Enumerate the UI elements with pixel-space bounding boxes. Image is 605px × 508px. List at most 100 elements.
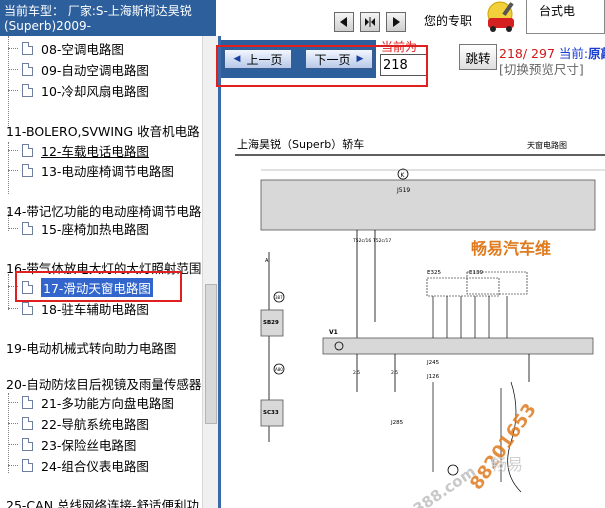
desktop-label: 台式电 <box>539 4 576 18</box>
ground-label: K <box>401 172 406 179</box>
document-icon <box>22 416 33 430</box>
document-icon <box>22 143 33 157</box>
toggle-preview-size-link[interactable]: [切换预览尺寸] <box>499 59 584 78</box>
tree-line <box>8 444 18 445</box>
tree-folder-14[interactable]: 14-带记忆功能的电动座椅调节电路 <box>6 201 201 219</box>
document-icon <box>22 62 33 76</box>
tree-line <box>8 48 18 49</box>
tree-item-label: 23-保险丝电路图 <box>41 437 137 453</box>
tree-item-09[interactable]: 09-自动空调电路图 <box>22 60 149 78</box>
tree-line <box>8 393 9 473</box>
tree-line <box>8 423 18 424</box>
header-nav-icons <box>334 12 406 34</box>
desktop-label-box: 台式电 <box>526 0 605 34</box>
j285-label: J285 <box>390 420 404 426</box>
document-icon <box>22 83 33 97</box>
document-icon <box>22 301 33 315</box>
e139-label: E139 <box>469 270 483 276</box>
split-view-icon[interactable] <box>360 12 380 32</box>
wiring-diagram-svg: 上海昊锐（Superb）轿车 天窗电路图 K J519 T52c/16 T52c… <box>235 137 605 508</box>
j245-label: J245 <box>426 360 440 366</box>
watermark-chinese: 畅易 <box>491 455 523 474</box>
tree-item-label: 08-空调电路图 <box>41 41 124 57</box>
last-page-icon[interactable] <box>386 12 406 32</box>
model-line-1: 当前车型： 厂家:S-上海斯柯达昊锐 <box>4 4 192 18</box>
sc33-label: SC33 <box>263 410 279 416</box>
tree-line <box>8 402 18 403</box>
j519-module <box>260 179 596 231</box>
document-icon <box>22 458 33 472</box>
document-icon <box>22 395 33 409</box>
svg-text:2.5: 2.5 <box>353 370 360 376</box>
jump-button[interactable]: 跳转 <box>459 44 497 70</box>
tree-line <box>8 90 18 91</box>
tree-folder-label: 14-带记忆功能的电动座椅调节电路 <box>6 203 202 219</box>
document-icon <box>22 437 33 451</box>
tree-item-label: 21-多功能方向盘电路图 <box>41 395 174 411</box>
e325-label: E325 <box>427 270 441 276</box>
v1-label: V1 <box>329 329 338 336</box>
svg-text:387: 387 <box>275 295 283 300</box>
tree-line <box>8 274 9 310</box>
car-repair-logo-icon <box>487 1 514 32</box>
tree-folder-label: 19-电动机械式转向助力电路图 <box>6 340 177 356</box>
tree-folder-20[interactable]: 20-自动防炫目后视镜及雨量传感器 <box>6 374 201 392</box>
diagram-title: 上海昊锐（Superb）轿车 <box>237 137 364 151</box>
tree-folder-25[interactable]: 25-CAN 总线网络连接-舒适便利功 <box>6 495 199 508</box>
sb29-label: SB29 <box>263 320 279 326</box>
tree-item-08[interactable]: 08-空调电路图 <box>22 39 124 57</box>
tree-item-label: 12-车载电话电路图 <box>41 143 149 159</box>
current-name: 原敲 <box>588 46 605 61</box>
tree-item-label: 10-冷却风扇电路图 <box>41 83 149 99</box>
tree-item-24[interactable]: 24-组合仪表电路图 <box>22 456 149 474</box>
first-page-icon[interactable] <box>334 12 354 32</box>
tree-item-label: 13-电动座椅调节电路图 <box>41 163 174 179</box>
tree-folder-label: 11-BOLERO,SVWING 收音机电路 <box>6 123 200 139</box>
svg-text:A80: A80 <box>275 367 283 372</box>
tree-line <box>8 228 18 229</box>
wiring-diagram: 上海昊锐（Superb）轿车 天窗电路图 K J519 T52c/16 T52c… <box>221 92 605 508</box>
page-nav-highlight <box>216 45 428 87</box>
tree-line <box>8 465 18 466</box>
scrollbar-thumb[interactable] <box>205 284 217 424</box>
welcome-text: 您的专职 <box>424 14 473 28</box>
svg-text:2.5: 2.5 <box>391 370 398 376</box>
tree-item-label: 15-座椅加热电路图 <box>41 221 149 237</box>
tree-folder-19[interactable]: 19-电动机械式转向助力电路图 <box>6 338 176 356</box>
watermark-text: 畅易汽车维 <box>471 239 551 258</box>
tree-line <box>8 36 9 128</box>
tree-line <box>8 308 18 309</box>
selected-item-highlight <box>15 271 182 302</box>
diagram-subtitle: 天窗电路图 <box>527 140 567 150</box>
tree-folder-11[interactable]: 11-BOLERO,SVWING 收音机电路 <box>6 121 200 139</box>
tree-item-12[interactable]: 12-车载电话电路图 <box>22 141 149 159</box>
svg-text:T52c/17: T52c/17 <box>372 238 391 244</box>
tree-item-13[interactable]: 13-电动座椅调节电路图 <box>22 161 174 179</box>
tree-item-21[interactable]: 21-多功能方向盘电路图 <box>22 393 174 411</box>
current-model-box: 当前车型： 厂家:S-上海斯柯达昊锐 (Superb)2009- <box>0 0 216 36</box>
tree-item-label: 24-组合仪表电路图 <box>41 458 149 474</box>
j519-label: J519 <box>396 187 410 194</box>
svg-text:T52c/16: T52c/16 <box>352 238 371 244</box>
document-icon <box>22 221 33 235</box>
tree-item-22[interactable]: 22-导航系统电路图 <box>22 414 149 432</box>
document-icon <box>22 41 33 55</box>
tree-item-label: 09-自动空调电路图 <box>41 62 149 78</box>
svg-text:A: A <box>265 258 269 264</box>
j245-module <box>322 337 594 355</box>
tree-item-23[interactable]: 23-保险丝电路图 <box>22 435 136 453</box>
document-icon <box>22 163 33 177</box>
j126-label: J126 <box>426 374 440 380</box>
tree-line <box>8 150 18 151</box>
tree-item-label: 22-导航系统电路图 <box>41 416 149 432</box>
tree-line <box>8 170 18 171</box>
switch-e325 <box>426 277 500 297</box>
tree-folder-label: 20-自动防炫目后视镜及雨量传感器 <box>6 376 202 392</box>
tree-item-10[interactable]: 10-冷却风扇电路图 <box>22 81 149 99</box>
top-header: 当前车型： 厂家:S-上海斯柯达昊锐 (Superb)2009- 您的专职 台式… <box>0 0 605 36</box>
tree-folder-label: 25-CAN 总线网络连接-舒适便利功 <box>6 497 200 508</box>
tree-item-15[interactable]: 15-座椅加热电路图 <box>22 219 149 237</box>
sidebar-scrollbar[interactable] <box>202 36 218 508</box>
model-line-2: (Superb)2009- <box>4 19 92 33</box>
watermark-number: 88201653 <box>466 400 541 494</box>
